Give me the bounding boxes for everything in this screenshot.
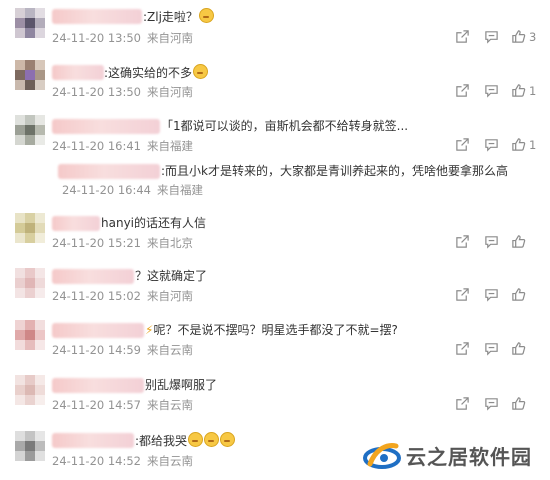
comment-date: 24-11-20 14:57: [52, 398, 141, 412]
comment-meta: 24-11-20 15:21 来自北京: [52, 236, 193, 250]
avatar[interactable]: [15, 60, 45, 90]
comment-meta: 24-11-20 14:52 来自云南: [52, 454, 193, 468]
blurred-username[interactable]: [52, 269, 134, 284]
comment-icon[interactable]: [484, 29, 500, 45]
blurred-username[interactable]: [52, 9, 142, 24]
grinning-emoji-icon: [193, 64, 209, 79]
comment-actions: [455, 234, 545, 250]
blurred-username[interactable]: [52, 323, 144, 338]
comment-text: hanyi的话还有人信: [101, 216, 207, 230]
comment-location: 来自云南: [147, 343, 193, 357]
comment-location: 来自北京: [147, 236, 193, 250]
thumbs-up-icon[interactable]: [511, 137, 527, 153]
share-icon[interactable]: [455, 287, 471, 303]
watermark: 云之居软件园: [360, 432, 550, 480]
comment-item: hanyi的话还有人信 24-11-20 15:21 来自北京: [0, 211, 550, 255]
comment-text: :这确实给的不多: [104, 64, 209, 81]
comment-icon[interactable]: [484, 137, 500, 153]
comment-item: 「1都说可以谈的，亩斯机会都不给转身就签... 24-11-20 16:41 来自…: [0, 112, 550, 202]
comment-meta: 24-11-20 16:41 来自福建: [52, 139, 193, 153]
watermark-text: 云之居软件园: [406, 445, 532, 469]
like-count: 1: [529, 138, 537, 152]
share-icon[interactable]: [455, 137, 471, 153]
reply-meta: 24-11-20 16:44 来自福建: [62, 183, 203, 197]
comment-item: :Zlj走啦？ 24-11-20 13:50 来自河南 3: [0, 4, 550, 48]
comment-item: ？这就确定了 24-11-20 15:02 来自河南: [0, 264, 550, 308]
comment-text: 别乱爆啊服了: [145, 378, 218, 392]
comment-actions: 3: [455, 29, 545, 45]
avatar[interactable]: [15, 8, 45, 38]
crying-emoji-icon: [204, 432, 220, 447]
share-icon[interactable]: [455, 83, 471, 99]
comment-actions: [455, 287, 545, 303]
comment-text: ？这就确定了: [135, 269, 208, 283]
comment-date: 24-11-20 15:02: [52, 289, 141, 303]
avatar[interactable]: [15, 268, 45, 298]
comment-icon[interactable]: [484, 83, 500, 99]
comment-meta: 24-11-20 14:59 来自云南: [52, 343, 193, 357]
comment-text: :Zlj走啦？: [143, 8, 214, 25]
blurred-username[interactable]: [52, 216, 100, 231]
thumbs-up-icon[interactable]: [511, 234, 527, 250]
blurred-username[interactable]: [52, 119, 160, 134]
blurred-reply-username[interactable]: [58, 164, 160, 179]
comment-item: 别乱爆啊服了 24-11-20 14:57 来自云南: [0, 373, 550, 417]
comment-actions: [455, 396, 545, 412]
site-logo-icon: [363, 443, 401, 469]
thumbs-up-icon[interactable]: [511, 83, 527, 99]
reply-location: 来自福建: [157, 183, 203, 197]
comment-date: 24-11-20 13:50: [52, 85, 141, 99]
comment-icon[interactable]: [484, 287, 500, 303]
crying-emoji-icon: [188, 432, 204, 447]
comment-actions: 1: [455, 83, 545, 99]
comment-location: 来自河南: [147, 31, 193, 45]
comment-location: 来自福建: [147, 139, 193, 153]
thumbs-up-icon[interactable]: [511, 341, 527, 357]
comment-text: :都给我哭: [135, 432, 236, 449]
comment-date: 24-11-20 16:41: [52, 139, 141, 153]
reply-text: :而且小k才是转来的，大家都是青训养起来的，凭啥他要拿那么高: [161, 164, 508, 178]
comment-text: ⚡呢？不是说不摆吗？明星选手都没了不就=摆?: [145, 323, 398, 337]
comment-location: 来自云南: [147, 454, 193, 468]
comment-date: 24-11-20 13:50: [52, 31, 141, 45]
share-icon[interactable]: [455, 29, 471, 45]
comment-meta: 24-11-20 13:50 来自河南: [52, 85, 193, 99]
comment-meta: 24-11-20 15:02 来自河南: [52, 289, 193, 303]
avatar[interactable]: [15, 320, 45, 350]
blurred-username[interactable]: [52, 65, 104, 80]
share-icon[interactable]: [455, 396, 471, 412]
like-count: 1: [529, 84, 537, 98]
thumbs-up-icon[interactable]: [511, 396, 527, 412]
blurred-username[interactable]: [52, 378, 144, 393]
comment-meta: 24-11-20 13:50 来自河南: [52, 31, 193, 45]
avatar[interactable]: [15, 115, 45, 145]
comment-icon[interactable]: [484, 396, 500, 412]
blurred-username[interactable]: [52, 433, 134, 448]
comment-actions: 1: [455, 137, 545, 153]
comment-actions: [455, 341, 545, 357]
thumbs-up-icon[interactable]: [511, 287, 527, 303]
share-icon[interactable]: [455, 234, 471, 250]
comment-icon[interactable]: [484, 234, 500, 250]
comment-location: 来自河南: [147, 289, 193, 303]
thumbs-up-icon[interactable]: [511, 29, 527, 45]
avatar[interactable]: [15, 431, 45, 461]
comment-meta: 24-11-20 14:57 来自云南: [52, 398, 193, 412]
comment-text: 「1都说可以谈的，亩斯机会都不给转身就签...: [161, 119, 409, 133]
comment-date: 24-11-20 15:21: [52, 236, 141, 250]
comment-item: ⚡呢？不是说不摆吗？明星选手都没了不就=摆? 24-11-20 14:59 来自云…: [0, 318, 550, 362]
comment-icon[interactable]: [484, 341, 500, 357]
comment-date: 24-11-20 14:52: [52, 454, 141, 468]
comment-location: 来自云南: [147, 398, 193, 412]
comment-item: :这确实给的不多 24-11-20 13:50 来自河南 1: [0, 58, 550, 102]
avatar[interactable]: [15, 375, 45, 405]
crying-emoji-icon: [220, 432, 236, 447]
comment-location: 来自河南: [147, 85, 193, 99]
avatar[interactable]: [15, 213, 45, 243]
like-count: 3: [529, 30, 537, 44]
comment-date: 24-11-20 14:59: [52, 343, 141, 357]
reply-date: 24-11-20 16:44: [62, 183, 151, 197]
crying-emoji-icon: [198, 8, 214, 23]
share-icon[interactable]: [455, 341, 471, 357]
